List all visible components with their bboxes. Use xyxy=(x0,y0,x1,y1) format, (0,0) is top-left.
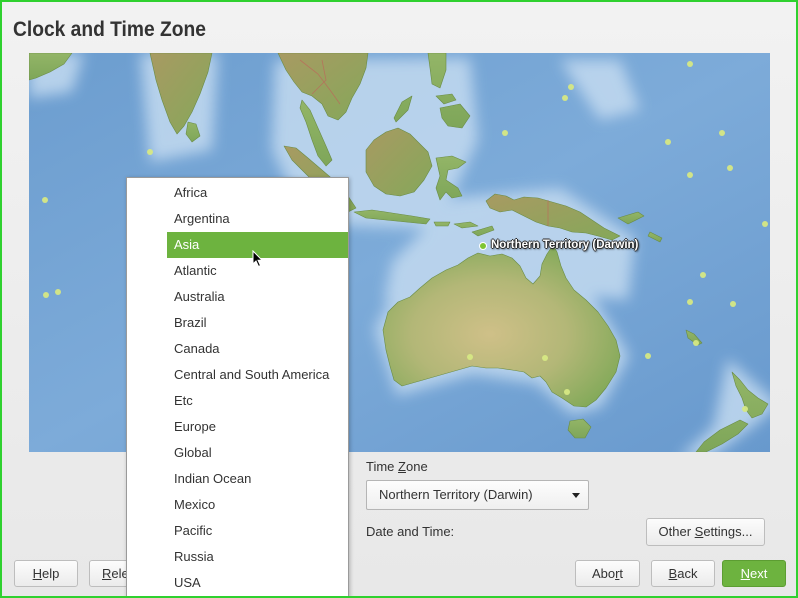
city-marker xyxy=(762,221,768,227)
region-list-item[interactable]: Etc xyxy=(167,388,348,414)
region-list-item[interactable]: Brazil xyxy=(167,310,348,336)
city-marker xyxy=(665,139,671,145)
city-marker xyxy=(55,289,61,295)
chevron-down-icon xyxy=(572,493,580,498)
city-marker xyxy=(42,197,48,203)
city-marker xyxy=(730,301,736,307)
page-title: Clock and Time Zone xyxy=(13,18,206,41)
time-zone-select[interactable]: Northern Territory (Darwin) xyxy=(366,480,589,510)
region-list-item[interactable]: Global xyxy=(167,440,348,466)
city-marker xyxy=(719,130,725,136)
city-marker xyxy=(700,272,706,278)
region-list-item[interactable]: Europe xyxy=(167,414,348,440)
city-marker xyxy=(742,406,748,412)
region-list-item[interactable]: USA xyxy=(167,570,348,596)
city-marker xyxy=(562,95,568,101)
region-list-item[interactable]: Russia xyxy=(167,544,348,570)
region-list-item[interactable]: Australia xyxy=(167,284,348,310)
timezone-marker-label: Northern Territory (Darwin) xyxy=(491,239,639,251)
city-marker xyxy=(687,299,693,305)
selected-timezone-marker xyxy=(479,242,487,250)
region-list-item[interactable]: Africa xyxy=(167,180,348,206)
abort-button[interactable]: Abort xyxy=(575,560,640,587)
installer-window: Clock and Time Zone Northern Territory (… xyxy=(0,0,798,598)
back-button[interactable]: Back xyxy=(651,560,715,587)
city-marker xyxy=(147,149,153,155)
region-list-item[interactable]: Indian Ocean xyxy=(167,466,348,492)
region-list-item[interactable]: Argentina xyxy=(167,206,348,232)
city-marker xyxy=(687,61,693,67)
help-button[interactable]: Help xyxy=(14,560,78,587)
city-marker xyxy=(645,353,651,359)
time-zone-select-value: Northern Territory (Darwin) xyxy=(379,487,533,502)
city-marker xyxy=(727,165,733,171)
city-marker xyxy=(467,354,473,360)
region-list-item[interactable]: Pacific xyxy=(167,518,348,544)
mouse-cursor-icon xyxy=(252,250,264,268)
next-button[interactable]: Next xyxy=(722,560,786,587)
other-settings-button[interactable]: Other Settings... xyxy=(646,518,765,546)
city-marker xyxy=(502,130,508,136)
city-marker xyxy=(568,84,574,90)
time-zone-label: Time Zone xyxy=(366,459,428,474)
region-list-item[interactable]: Mexico xyxy=(167,492,348,518)
city-marker xyxy=(542,355,548,361)
region-list-item[interactable]: Canada xyxy=(167,336,348,362)
city-marker xyxy=(564,389,570,395)
city-marker xyxy=(43,292,49,298)
date-time-label: Date and Time: xyxy=(366,524,455,539)
city-marker xyxy=(693,340,699,346)
region-dropdown-list[interactable]: Africa Argentina Asia Atlantic Australia… xyxy=(126,177,349,598)
region-list-item[interactable]: Central and South America xyxy=(167,362,348,388)
city-marker xyxy=(687,172,693,178)
